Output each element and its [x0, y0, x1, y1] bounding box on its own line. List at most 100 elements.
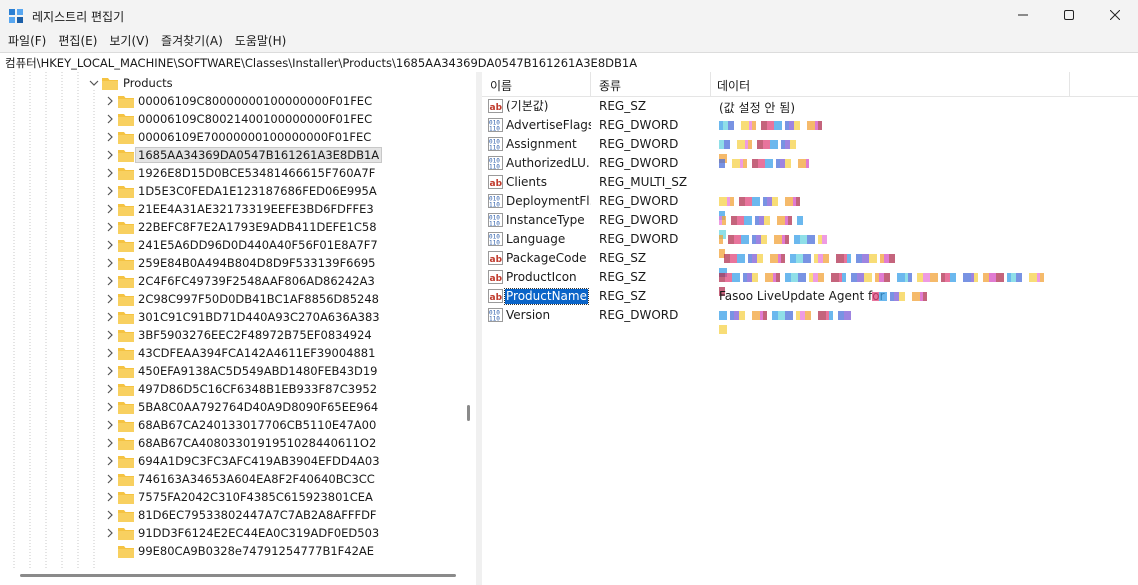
- value-row[interactable]: 010 110 Version REG_DWORD: [482, 306, 1138, 334]
- value-type: REG_DWORD: [599, 213, 679, 227]
- value-type: REG_DWORD: [599, 232, 679, 246]
- folder-icon: [118, 204, 134, 216]
- tree-horizontal-scrollbar[interactable]: [0, 570, 460, 584]
- chevron-right-icon[interactable]: [105, 240, 115, 250]
- chevron-right-icon[interactable]: [105, 510, 115, 520]
- tree-item-label: 99E80CA9B0328e74791254777B1F42AE: [138, 544, 375, 558]
- chevron-right-icon[interactable]: [105, 222, 115, 232]
- svg-text:110: 110: [489, 202, 500, 209]
- address-path[interactable]: 컴퓨터\HKEY_LOCAL_MACHINE\SOFTWARE\Classes\…: [5, 55, 637, 71]
- value-row[interactable]: ab PackageCode REG_SZ: [482, 249, 1138, 277]
- chevron-right-icon[interactable]: [105, 438, 115, 448]
- tree-item-key[interactable]: 1926E8D15D0BCE53481466615F760A7F: [0, 164, 460, 182]
- chevron-right-icon[interactable]: [105, 114, 115, 124]
- binary-value-icon: 010110: [488, 156, 503, 170]
- menu-file[interactable]: 파일(F): [2, 30, 52, 52]
- column-divider[interactable]: [1069, 72, 1070, 96]
- chevron-right-icon[interactable]: [105, 456, 115, 466]
- column-type[interactable]: 종류: [599, 77, 621, 94]
- string-value-icon: ab: [488, 175, 503, 189]
- value-row[interactable]: ab ProductIcon REG_SZ: [482, 268, 1138, 296]
- value-row[interactable]: 010 110 AdvertiseFlags REG_DWORD: [482, 116, 1138, 135]
- tree-item-key[interactable]: 99E80CA9B0328e74791254777B1F42AE: [0, 542, 460, 560]
- chevron-right-icon[interactable]: [105, 276, 115, 286]
- tree-item-key[interactable]: 91DD3F6124E2EC44EA0C319ADF0ED503: [0, 524, 460, 542]
- chevron-right-icon[interactable]: [105, 330, 115, 340]
- tree-item-key[interactable]: 241E5A6DD96D0D440A40F56F01E8A7F7: [0, 236, 460, 254]
- chevron-right-icon[interactable]: [105, 312, 115, 322]
- tree-item-key[interactable]: 1685AA34369DA0547B161261A3E8DB1A: [0, 146, 460, 164]
- column-divider[interactable]: [590, 72, 591, 96]
- chevron-right-icon[interactable]: [105, 492, 115, 502]
- tree-item-key[interactable]: 68AB67CA4080330191951028440611O2: [0, 434, 460, 452]
- chevron-right-icon[interactable]: [105, 150, 115, 160]
- column-divider[interactable]: [710, 72, 711, 96]
- value-row[interactable]: 010110DeploymentFl... REG_DWORD: [482, 192, 1138, 220]
- chevron-right-icon[interactable]: [105, 258, 115, 268]
- chevron-right-icon[interactable]: [105, 348, 115, 358]
- tree-item-key[interactable]: 21EE4A31AE32173319EEFE3BD6FDFFE3: [0, 200, 460, 218]
- chevron-right-icon[interactable]: [105, 474, 115, 484]
- value-row[interactable]: 010 110 Assignment REG_DWORD: [482, 135, 1138, 163]
- value-row[interactable]: 010 110 AuthorizedLU... REG_DWORD: [482, 154, 1138, 173]
- tree-item-key[interactable]: 2C98C997F50D0DB41BC1AF8856D85248: [0, 290, 460, 308]
- tree-item-key[interactable]: 43CDFEAA394FCA142A4611EF39004881: [0, 344, 460, 362]
- chevron-right-icon[interactable]: [105, 294, 115, 304]
- tree-item-key[interactable]: 694A1D9C3FC3AFC419AB3904EFDD4A03: [0, 452, 460, 470]
- tree-item-key[interactable]: 00006109C80021400100000000F01FEC: [0, 110, 460, 128]
- tree-item-key[interactable]: 81D6EC79533802447A7C7AB2A8AFFFDF: [0, 506, 460, 524]
- close-button[interactable]: [1092, 0, 1138, 30]
- value-row[interactable]: 010 110 InstanceType REG_DWORD: [482, 211, 1138, 239]
- chevron-right-icon[interactable]: [105, 168, 115, 178]
- folder-icon: [118, 420, 134, 432]
- value-row[interactable]: ab (기본값) REG_SZ (값 설정 안 됨): [482, 97, 1138, 116]
- menu-help[interactable]: 도움말(H): [229, 30, 293, 52]
- folder-icon: [118, 150, 134, 162]
- chevron-down-icon[interactable]: [89, 78, 99, 88]
- menu-favorites[interactable]: 즐겨찾기(A): [155, 30, 229, 52]
- chevron-right-icon[interactable]: [105, 132, 115, 142]
- menu-edit[interactable]: 편집(E): [52, 30, 103, 52]
- tree-vertical-scrollbar[interactable]: [461, 72, 475, 568]
- tree-item-key[interactable]: 68AB67CA240133017706CB5110E47A00: [0, 416, 460, 434]
- chevron-right-icon[interactable]: [105, 384, 115, 394]
- chevron-right-icon[interactable]: [105, 366, 115, 376]
- tree-item-key[interactable]: 5BA8C0AA792764D40A9D8090F65EE964: [0, 398, 460, 416]
- tree-item-key[interactable]: 00006109C80000000100000000F01FEC: [0, 92, 460, 110]
- tree-item-products[interactable]: Products: [0, 74, 460, 92]
- tree-item-key[interactable]: 00006109E70000000100000000F01FEC: [0, 128, 460, 146]
- column-name[interactable]: 이름: [490, 77, 512, 94]
- minimize-button[interactable]: [1000, 0, 1046, 30]
- chevron-right-icon[interactable]: [105, 96, 115, 106]
- column-data[interactable]: 데이터: [717, 77, 750, 94]
- value-name: (기본값): [506, 99, 549, 113]
- values-pane: 이름 종류 데이터 ab (기본값) REG_SZ (값 설정 안 됨) 010 110 A…: [482, 72, 1138, 585]
- value-type: REG_SZ: [599, 270, 647, 284]
- scrollbar-thumb[interactable]: [20, 574, 456, 577]
- address-bar[interactable]: 컴퓨터\HKEY_LOCAL_MACHINE\SOFTWARE\Classes\…: [0, 52, 1138, 73]
- tree-item-key[interactable]: 2C4F6FC49739F2548AAF806AD86242A3: [0, 272, 460, 290]
- tree-item-key[interactable]: 22BEFC8F7E2A1793E9ADB411DEFE1C58: [0, 218, 460, 236]
- chevron-right-icon[interactable]: [105, 204, 115, 214]
- tree-item-key[interactable]: 1D5E3C0FEDA1E123187686FED06E995A: [0, 182, 460, 200]
- tree-item-key[interactable]: 301C91C91BD71D440A93C270A636A383: [0, 308, 460, 326]
- menu-view[interactable]: 보기(V): [103, 30, 155, 52]
- tree-item-key[interactable]: 497D86D5C16CF6348B1EB933F87C3952: [0, 380, 460, 398]
- tree-item-label: 301C91C91BD71D440A93C270A636A383: [138, 310, 380, 324]
- folder-icon: [118, 186, 134, 198]
- value-row[interactable]: ab Clients REG_MULTI_SZ: [482, 173, 1138, 192]
- tree-item-key[interactable]: 7575FA2042C310F4385C615923801CEA: [0, 488, 460, 506]
- tree-item-key[interactable]: 450EFA9138AC5D549ABD1480FEB43D19: [0, 362, 460, 380]
- folder-icon: [118, 114, 134, 126]
- value-row[interactable]: 010 110 Language REG_DWORD: [482, 230, 1138, 258]
- chevron-right-icon[interactable]: [105, 420, 115, 430]
- tree-item-key[interactable]: 259E84B0A494B804D8D9F533139F6695: [0, 254, 460, 272]
- chevron-right-icon[interactable]: [105, 402, 115, 412]
- scrollbar-thumb[interactable]: [467, 405, 470, 421]
- chevron-right-icon[interactable]: [105, 528, 115, 538]
- tree-item-key[interactable]: 746163A34653A604EA8F2F40640BC3CC: [0, 470, 460, 488]
- value-row[interactable]: ab ProductName REG_SZ Fasoo LiveUpdate Agen…: [482, 287, 1138, 306]
- tree-item-key[interactable]: 3BF5903276EEC2F48972B75EF0834924: [0, 326, 460, 344]
- chevron-right-icon[interactable]: [105, 186, 115, 196]
- maximize-button[interactable]: [1046, 0, 1092, 30]
